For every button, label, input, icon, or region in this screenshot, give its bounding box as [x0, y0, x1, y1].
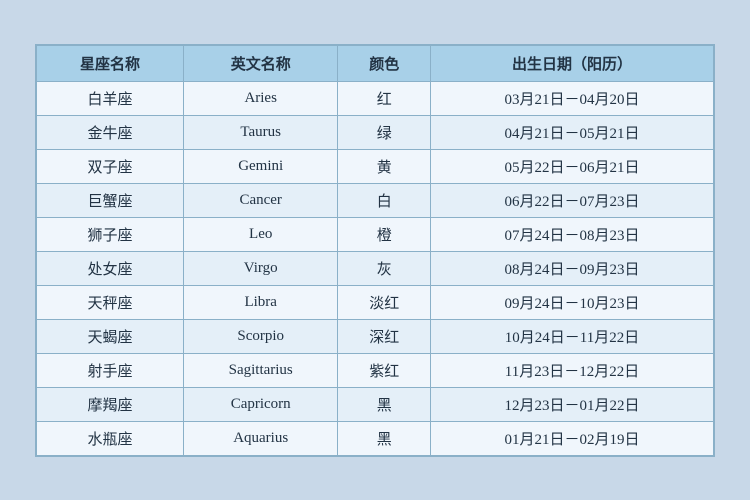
table-cell: 淡红 [338, 285, 431, 319]
table-cell: Scorpio [183, 319, 337, 353]
table-row: 天秤座Libra淡红09月24日－10月23日 [37, 285, 714, 319]
table-cell: 巨蟹座 [37, 183, 184, 217]
table-cell: 金牛座 [37, 115, 184, 149]
table-cell: 灰 [338, 251, 431, 285]
table-row: 摩羯座Capricorn黑12月23日－01月22日 [37, 387, 714, 421]
table-row: 天蝎座Scorpio深红10月24日－11月22日 [37, 319, 714, 353]
table-header-row: 星座名称英文名称颜色出生日期（阳历） [37, 45, 714, 81]
table-header-cell: 出生日期（阳历） [430, 45, 713, 81]
table-cell: 01月21日－02月19日 [430, 421, 713, 455]
table-row: 巨蟹座Cancer白06月22日－07月23日 [37, 183, 714, 217]
table-cell: 黄 [338, 149, 431, 183]
table-cell: 03月21日－04月20日 [430, 81, 713, 115]
table-cell: 黑 [338, 387, 431, 421]
table-cell: 狮子座 [37, 217, 184, 251]
table-cell: 12月23日－01月22日 [430, 387, 713, 421]
table-header-cell: 颜色 [338, 45, 431, 81]
table-header-cell: 英文名称 [183, 45, 337, 81]
table-cell: Aquarius [183, 421, 337, 455]
table-cell: Virgo [183, 251, 337, 285]
table-cell: Libra [183, 285, 337, 319]
table-row: 射手座Sagittarius紫红11月23日－12月22日 [37, 353, 714, 387]
table-cell: 射手座 [37, 353, 184, 387]
table-cell: 11月23日－12月22日 [430, 353, 713, 387]
table-cell: 摩羯座 [37, 387, 184, 421]
table-cell: 黑 [338, 421, 431, 455]
table-cell: 06月22日－07月23日 [430, 183, 713, 217]
table-cell: Cancer [183, 183, 337, 217]
table-cell: Taurus [183, 115, 337, 149]
table-cell: Leo [183, 217, 337, 251]
table-row: 白羊座Aries红03月21日－04月20日 [37, 81, 714, 115]
table-cell: 白 [338, 183, 431, 217]
table-row: 金牛座Taurus绿04月21日－05月21日 [37, 115, 714, 149]
table-cell: 10月24日－11月22日 [430, 319, 713, 353]
table-row: 水瓶座Aquarius黑01月21日－02月19日 [37, 421, 714, 455]
table-row: 狮子座Leo橙07月24日－08月23日 [37, 217, 714, 251]
table-cell: Sagittarius [183, 353, 337, 387]
table-cell: 04月21日－05月21日 [430, 115, 713, 149]
table-cell: 橙 [338, 217, 431, 251]
table-cell: 09月24日－10月23日 [430, 285, 713, 319]
table-cell: Aries [183, 81, 337, 115]
table-cell: 紫红 [338, 353, 431, 387]
table-cell: 水瓶座 [37, 421, 184, 455]
table-cell: Capricorn [183, 387, 337, 421]
table-row: 双子座Gemini黄05月22日－06月21日 [37, 149, 714, 183]
table-cell: 07月24日－08月23日 [430, 217, 713, 251]
table-cell: 处女座 [37, 251, 184, 285]
zodiac-table-container: 星座名称英文名称颜色出生日期（阳历） 白羊座Aries红03月21日－04月20… [35, 44, 715, 457]
table-row: 处女座Virgo灰08月24日－09月23日 [37, 251, 714, 285]
table-header-cell: 星座名称 [37, 45, 184, 81]
table-cell: Gemini [183, 149, 337, 183]
table-cell: 双子座 [37, 149, 184, 183]
table-cell: 白羊座 [37, 81, 184, 115]
table-cell: 绿 [338, 115, 431, 149]
table-cell: 08月24日－09月23日 [430, 251, 713, 285]
table-cell: 天秤座 [37, 285, 184, 319]
table-cell: 红 [338, 81, 431, 115]
table-cell: 05月22日－06月21日 [430, 149, 713, 183]
zodiac-table: 星座名称英文名称颜色出生日期（阳历） 白羊座Aries红03月21日－04月20… [36, 45, 714, 456]
table-cell: 深红 [338, 319, 431, 353]
table-cell: 天蝎座 [37, 319, 184, 353]
